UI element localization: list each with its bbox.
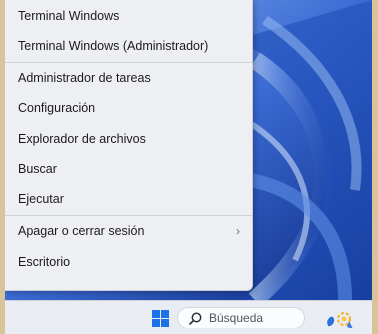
menu-item-label: Administrador de tareas — [18, 71, 151, 85]
quick-link-context-menu: Terminal Windows Terminal Windows (Admin… — [5, 0, 253, 291]
search-icon — [189, 312, 202, 325]
menu-item-shutdown[interactable]: Apagar o cerrar sesión › — [5, 217, 252, 245]
taskbar-bottom-edge — [5, 328, 372, 334]
menu-item-terminal[interactable]: Terminal Windows — [5, 2, 252, 30]
search-label: Búsqueda — [209, 311, 264, 325]
menu-divider — [5, 215, 252, 216]
menu-item-label: Escritorio — [18, 255, 71, 269]
menu-item-search[interactable]: Buscar — [5, 155, 252, 183]
menu-item-terminal-admin[interactable]: Terminal Windows (Administrador) — [5, 32, 252, 60]
menu-item-label: Terminal Windows — [18, 9, 120, 23]
menu-item-label: Terminal Windows (Administrador) — [18, 39, 209, 53]
menu-item-run[interactable]: Ejecutar — [5, 185, 252, 213]
menu-divider — [5, 62, 252, 63]
windows-logo-icon[interactable] — [152, 310, 169, 327]
taskbar-search-box[interactable]: Búsqueda — [177, 307, 305, 329]
desktop: Terminal Windows Terminal Windows (Admin… — [5, 0, 372, 334]
menu-item-label: Ejecutar — [18, 192, 64, 206]
menu-item-label: Explorador de archivos — [18, 132, 146, 146]
menu-item-file-explorer[interactable]: Explorador de archivos — [5, 125, 252, 153]
chevron-right-icon: › — [236, 224, 240, 238]
menu-item-label: Apagar o cerrar sesión — [18, 224, 145, 238]
menu-item-desktop[interactable]: Escritorio — [5, 248, 252, 276]
menu-item-label: Buscar — [18, 162, 57, 176]
menu-item-task-manager[interactable]: Administrador de tareas — [5, 64, 252, 92]
menu-item-settings[interactable]: Configuración — [5, 94, 252, 122]
menu-item-label: Configuración — [18, 101, 96, 115]
